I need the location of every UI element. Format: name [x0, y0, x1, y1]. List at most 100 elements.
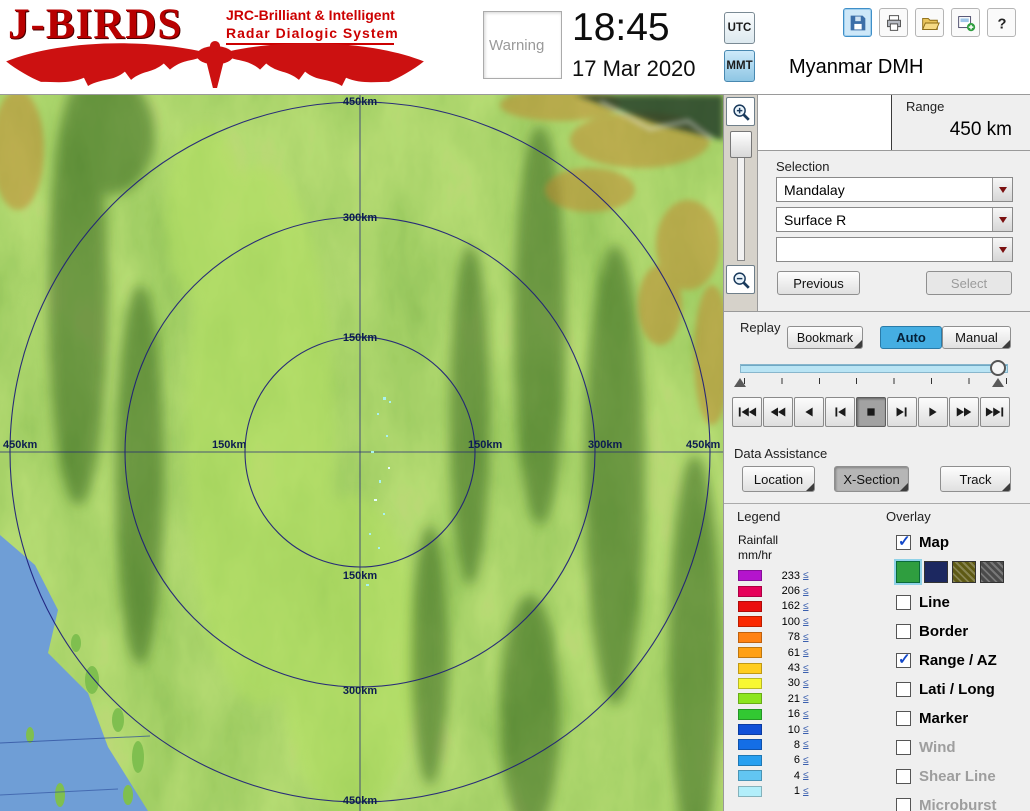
control-panel-upper: Range 450 km Selection Mandalay Surface …: [757, 95, 1030, 311]
step-forward-button[interactable]: [887, 397, 917, 427]
site-dropdown-value: Mandalay: [784, 181, 845, 198]
overlay-item-lati-long[interactable]: Lati / Long: [896, 675, 1028, 704]
legend-entry: 206 ≤: [738, 583, 858, 598]
map-color-swatch[interactable]: [894, 558, 922, 585]
print-button[interactable]: [879, 8, 908, 37]
bookmark-button[interactable]: Bookmark: [787, 326, 863, 349]
checkbox[interactable]: [896, 595, 911, 610]
export-icon: [957, 15, 975, 31]
overlay-item-line[interactable]: Line: [896, 588, 1028, 617]
overlay-label: Shear Line: [919, 768, 996, 785]
product-dropdown[interactable]: Surface R: [776, 207, 1013, 232]
skip-start-button[interactable]: [732, 397, 762, 427]
utc-label: UTC: [727, 22, 752, 34]
help-icon: ?: [997, 16, 1006, 32]
svg-text:?: ?: [997, 16, 1006, 32]
stop-icon: [867, 408, 875, 416]
zoom-slider-thumb[interactable]: [730, 131, 752, 158]
manual-mode-button[interactable]: Manual: [942, 326, 1011, 349]
export-button[interactable]: [951, 8, 980, 37]
step-back-button[interactable]: [825, 397, 855, 427]
timezone-mmt-button[interactable]: MMT: [724, 50, 755, 82]
less-equal-symbol: ≤: [803, 754, 809, 766]
range-display-box: [758, 95, 891, 150]
legend-entry: 16 ≤: [738, 707, 858, 722]
fast-rewind-button[interactable]: [763, 397, 793, 427]
control-panel-lower: Replay Bookmark Auto Manual Data Assista…: [723, 311, 1030, 811]
checkbox[interactable]: [896, 682, 911, 697]
zoom-in-button[interactable]: [726, 97, 755, 126]
overlay-item-range-az[interactable]: ✓ Range / AZ: [896, 646, 1028, 675]
legend-value: 30: [787, 677, 800, 690]
map-color-swatch[interactable]: [980, 560, 1004, 583]
location-button[interactable]: Location: [742, 466, 815, 492]
bookmark-label: Bookmark: [796, 330, 854, 345]
dropdown-button[interactable]: [992, 238, 1012, 261]
overlay-title: Overlay: [886, 509, 931, 524]
site-dropdown[interactable]: Mandalay: [776, 177, 1013, 202]
radar-display[interactable]: 450km 300km 150km 150km 300km 450km 450km 150km…: [0, 95, 723, 811]
step-back-icon: [835, 407, 846, 417]
range-divider: [891, 95, 892, 150]
play-reverse-icon: [805, 407, 813, 417]
clock-time: 18:45: [572, 6, 670, 49]
step-forward-icon: [896, 407, 907, 417]
timeline-start-marker[interactable]: [734, 378, 746, 387]
map-color-swatch[interactable]: [924, 560, 948, 583]
replay-timeline-handle[interactable]: [990, 360, 1006, 376]
range-ring-label: 450km: [342, 795, 378, 807]
checkbox[interactable]: ✓: [896, 533, 911, 550]
overlay-item-border[interactable]: Border: [896, 617, 1028, 646]
skip-end-button[interactable]: [980, 397, 1010, 427]
legend-entry: 8 ≤: [738, 737, 858, 752]
fast-forward-button[interactable]: [949, 397, 979, 427]
legend-value: 162: [781, 600, 800, 613]
replay-timeline-track[interactable]: [740, 364, 1008, 373]
auto-mode-button[interactable]: Auto: [880, 326, 942, 349]
legend-color-chip: [738, 647, 762, 659]
legend-color-chip: [738, 708, 762, 720]
stop-button[interactable]: [856, 397, 886, 427]
warning-indicator[interactable]: Warning: [483, 11, 562, 79]
less-equal-symbol: ≤: [803, 693, 809, 705]
open-folder-button[interactable]: [915, 8, 944, 37]
map-color-swatch[interactable]: [952, 560, 976, 583]
play-button[interactable]: [918, 397, 948, 427]
less-equal-symbol: ≤: [803, 616, 809, 628]
zoom-out-button[interactable]: [726, 265, 755, 294]
play-icon: [929, 407, 937, 417]
fast-rewind-icon: [770, 407, 786, 417]
overlay-label: Range / AZ: [919, 652, 997, 669]
save-button[interactable]: [843, 8, 872, 37]
legend-value: 233: [781, 569, 800, 582]
previous-button[interactable]: Previous: [777, 271, 860, 295]
selection-label: Selection: [776, 159, 830, 174]
dropdown-button[interactable]: [992, 178, 1012, 201]
x-section-button[interactable]: X-Section: [834, 466, 909, 492]
select-button: Select: [926, 271, 1012, 295]
checkbox[interactable]: ✓: [896, 651, 911, 668]
range-ring-label: 450km: [342, 96, 378, 108]
less-equal-symbol: ≤: [803, 662, 809, 674]
range-ring-label: 300km: [342, 685, 378, 697]
play-reverse-button[interactable]: [794, 397, 824, 427]
less-equal-symbol: ≤: [803, 739, 809, 751]
app-window: { "header": { "logo": { "title": "J-BIRD…: [0, 0, 1030, 811]
auto-label: Auto: [896, 330, 926, 345]
track-button[interactable]: Track: [940, 466, 1011, 492]
eagle-icon: [6, 40, 424, 89]
legend-entry: 21 ≤: [738, 691, 858, 706]
checkbox[interactable]: [896, 711, 911, 726]
overlay-item-map[interactable]: ✓ Map: [896, 529, 1028, 555]
timeline-end-marker[interactable]: [992, 378, 1004, 387]
data-assistance-label: Data Assistance: [734, 446, 828, 461]
option-dropdown[interactable]: [776, 237, 1013, 262]
checkbox[interactable]: [896, 624, 911, 639]
timezone-utc-button[interactable]: UTC: [724, 12, 755, 44]
legend-entry: 43 ≤: [738, 660, 858, 675]
print-icon: [886, 14, 901, 31]
check-icon: ✓: [898, 651, 911, 668]
dropdown-button[interactable]: [992, 208, 1012, 231]
overlay-item-marker[interactable]: Marker: [896, 704, 1028, 733]
help-button[interactable]: ?: [987, 8, 1016, 37]
